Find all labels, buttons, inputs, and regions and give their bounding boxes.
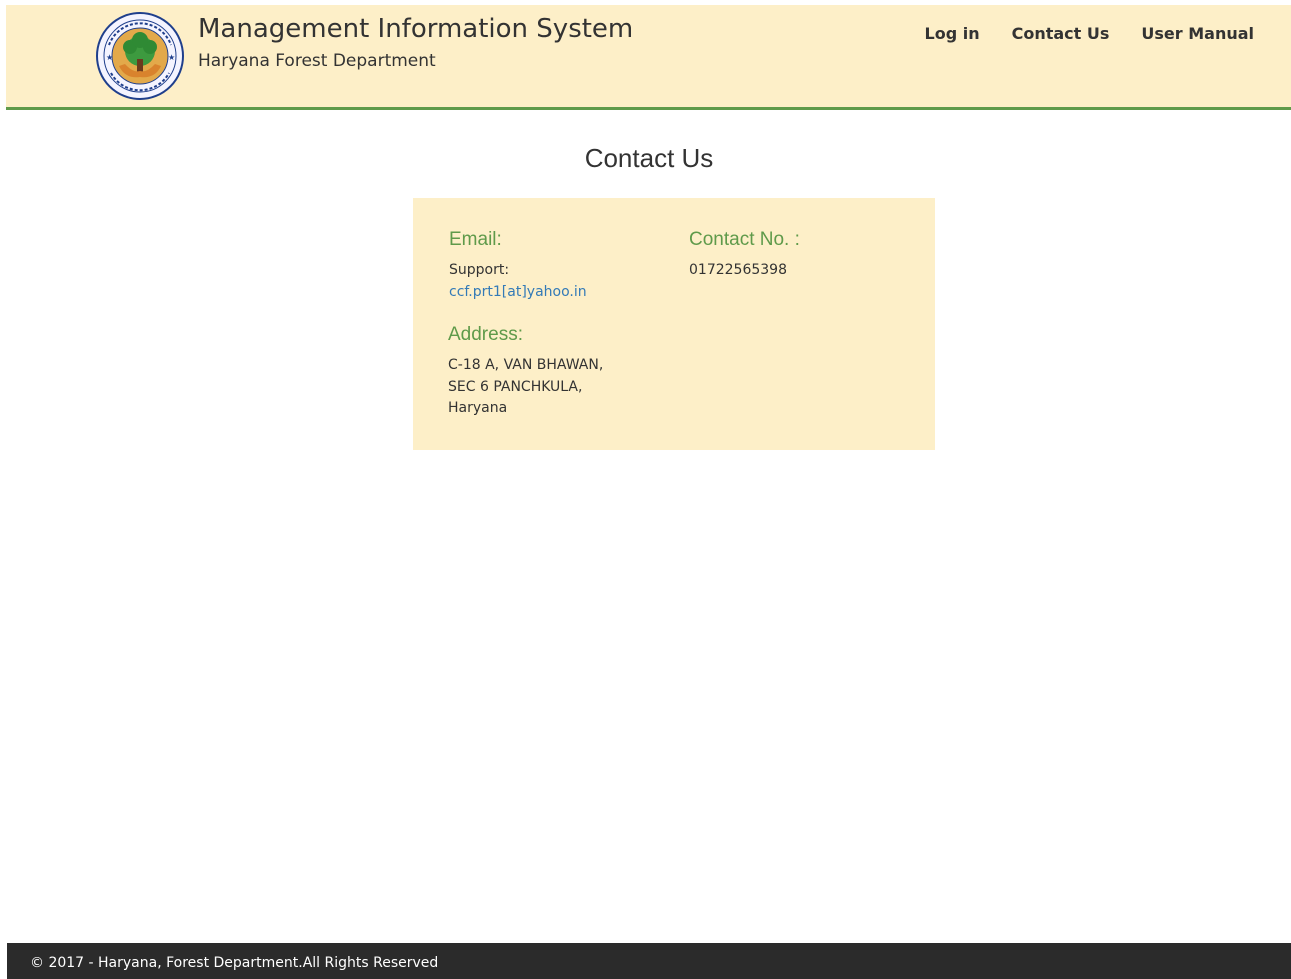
- nav-log-in[interactable]: Log in: [925, 24, 980, 43]
- nav-user-manual[interactable]: User Manual: [1141, 24, 1254, 43]
- address-block: C-18 A, VAN BHAWAN, SEC 6 PANCHKULA, Har…: [448, 355, 603, 420]
- app-subtitle: Haryana Forest Department: [198, 51, 436, 71]
- email-support-label: Support:: [449, 262, 510, 278]
- support-email-link[interactable]: ccf.prt1[at]yahoo.in: [449, 284, 587, 300]
- page: ★ ★ Management Information System Haryan…: [0, 0, 1291, 979]
- top-nav: Log in Contact Us User Manual: [925, 24, 1255, 43]
- email-block: Support: ccf.prt1[at]yahoo.in: [449, 260, 587, 303]
- copyright-text: © 2017 - Haryana, Forest Department.All …: [30, 955, 439, 971]
- contact-card: Email: Support: ccf.prt1[at]yahoo.in Con…: [413, 198, 935, 450]
- page-title: Contact Us: [584, 143, 714, 173]
- contact-number: 01722565398: [689, 262, 787, 278]
- site-footer: © 2017 - Haryana, Forest Department.All …: [7, 943, 1291, 979]
- address-line: C-18 A, VAN BHAWAN,: [448, 357, 604, 373]
- address-line: SEC 6 PANCHKULA,: [448, 378, 583, 395]
- address-line: Haryana: [448, 400, 508, 416]
- contact-number-heading: Contact No. :: [689, 229, 800, 250]
- address-heading: Address:: [448, 324, 523, 345]
- email-heading: Email:: [449, 229, 502, 250]
- svg-text:★: ★: [168, 53, 175, 62]
- haryana-forest-emblem-icon[interactable]: ★ ★: [95, 11, 185, 101]
- app-title: Management Information System: [198, 14, 634, 44]
- nav-contact-us[interactable]: Contact Us: [1012, 24, 1110, 43]
- svg-text:★: ★: [106, 53, 113, 62]
- site-header: ★ ★ Management Information System Haryan…: [6, 5, 1291, 110]
